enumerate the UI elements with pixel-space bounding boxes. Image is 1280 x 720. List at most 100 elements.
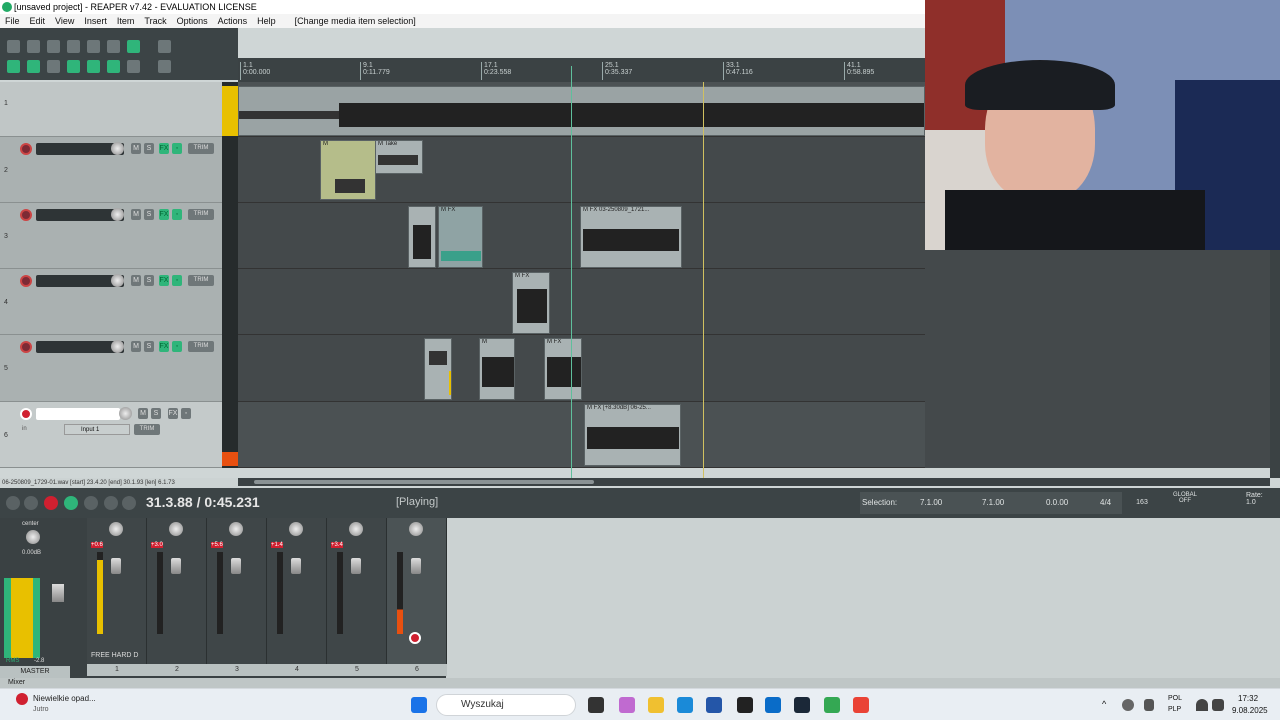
mute-button[interactable]: M bbox=[131, 341, 141, 352]
arrange-view-extension[interactable] bbox=[925, 250, 1270, 468]
mute-button[interactable]: M bbox=[138, 408, 148, 419]
vertical-scrollbar[interactable] bbox=[1270, 250, 1280, 478]
media-item[interactable]: M FX bbox=[544, 338, 582, 400]
mute-button[interactable]: M bbox=[131, 143, 141, 154]
selection-end[interactable]: 7.1.00 bbox=[982, 492, 1004, 514]
global-automation-button[interactable]: GLOBAL OFF bbox=[1170, 492, 1200, 514]
keyboard-layout[interactable]: PLP bbox=[1168, 706, 1181, 713]
menu-insert[interactable]: Insert bbox=[79, 14, 112, 28]
mixer-strip-6[interactable]: 6 bbox=[387, 518, 447, 676]
chevron-up-icon[interactable]: ^ bbox=[1102, 699, 1106, 709]
clock-time[interactable]: 17:32 bbox=[1238, 694, 1258, 703]
mixer-docker-tab[interactable]: Mixer bbox=[0, 678, 1280, 688]
blank-icon[interactable] bbox=[158, 40, 171, 53]
microphone-icon[interactable] bbox=[1144, 699, 1154, 711]
record-arm-button[interactable] bbox=[20, 408, 32, 420]
media-item[interactable]: M FX bbox=[512, 272, 550, 334]
media-item[interactable]: M Take bbox=[375, 140, 423, 174]
mixer-strip-1[interactable]: +0.6 FREE HARD D 1 bbox=[87, 518, 147, 676]
outlook-icon[interactable] bbox=[765, 697, 781, 713]
grid-icon[interactable] bbox=[47, 60, 60, 73]
fx-button[interactable]: FX bbox=[159, 143, 169, 154]
menu-file[interactable]: File bbox=[0, 14, 25, 28]
bpm-display[interactable]: 163 bbox=[1132, 492, 1152, 514]
track-5[interactable]: M S FX ◦ TRIM 5 bbox=[0, 335, 222, 402]
task-view-icon[interactable] bbox=[588, 697, 604, 713]
copilot-icon[interactable] bbox=[619, 697, 635, 713]
language-indicator[interactable]: POL bbox=[1168, 695, 1182, 702]
solo-button[interactable]: S bbox=[144, 275, 154, 286]
taskbar-search[interactable]: Wyszukaj bbox=[436, 694, 576, 716]
volume-knob[interactable] bbox=[119, 407, 132, 420]
record-arm-button[interactable] bbox=[20, 143, 32, 155]
automation-trim-button[interactable]: TRIM bbox=[188, 209, 214, 220]
fx-button[interactable]: FX bbox=[159, 275, 169, 286]
timeline-ruler[interactable]: 1.1 0:00.000 9.1 0:11.779 17.1 0:23.558 25.… bbox=[238, 58, 925, 82]
fx-bypass-button[interactable]: ◦ bbox=[172, 275, 182, 286]
fx-bypass-button[interactable]: ◦ bbox=[181, 408, 191, 419]
undo-icon[interactable] bbox=[87, 40, 100, 53]
master-pan-knob[interactable] bbox=[26, 530, 40, 544]
menu-view[interactable]: View bbox=[50, 14, 79, 28]
project-settings-icon[interactable] bbox=[67, 40, 80, 53]
auto-crossfade-icon[interactable] bbox=[87, 60, 100, 73]
scroll-thumb[interactable] bbox=[254, 480, 594, 484]
solo-button[interactable]: S bbox=[151, 408, 161, 419]
track-name-field[interactable] bbox=[36, 408, 120, 420]
go-to-start-icon[interactable] bbox=[6, 496, 20, 510]
record-arm-button[interactable] bbox=[409, 632, 421, 644]
pan-knob[interactable] bbox=[229, 522, 243, 536]
track-3[interactable]: M S FX ◦ TRIM 3 bbox=[0, 203, 222, 269]
automation-trim-button[interactable]: TRIM bbox=[188, 143, 214, 154]
volume-fader[interactable] bbox=[171, 558, 181, 574]
pan-knob[interactable] bbox=[409, 522, 423, 536]
mixer-strip-4[interactable]: +1.4 4 bbox=[267, 518, 327, 676]
windows-start-icon[interactable] bbox=[411, 697, 427, 713]
stop-icon[interactable] bbox=[104, 496, 118, 510]
mixer-strip-5[interactable]: +3.4 5 bbox=[327, 518, 387, 676]
new-project-icon[interactable] bbox=[7, 40, 20, 53]
play-icon[interactable] bbox=[64, 496, 78, 510]
time-signature[interactable]: 4/4 bbox=[1100, 492, 1111, 514]
volume-fader[interactable] bbox=[411, 558, 421, 574]
fx-button[interactable]: FX bbox=[168, 408, 178, 419]
menu-track[interactable]: Track bbox=[139, 14, 171, 28]
volume-knob[interactable] bbox=[111, 208, 124, 221]
track-2[interactable]: M S FX ◦ TRIM 2 bbox=[0, 137, 222, 203]
volume-knob[interactable] bbox=[111, 142, 124, 155]
media-item[interactable]: M FX bbox=[438, 206, 483, 268]
record-arm-button[interactable] bbox=[20, 275, 32, 287]
file-explorer-icon[interactable] bbox=[648, 697, 664, 713]
playrate-display[interactable]: Rate: 1.0 bbox=[1246, 492, 1276, 514]
fx-button[interactable]: FX bbox=[159, 341, 169, 352]
mixer-strip-3[interactable]: +5.6 3 bbox=[207, 518, 267, 676]
track-6[interactable]: M S FX ◦ in Input 1 TRIM 6 bbox=[0, 402, 222, 468]
record-arm-button[interactable] bbox=[20, 209, 32, 221]
undo-history-label[interactable]: [Change media item selection] bbox=[281, 14, 421, 28]
menu-options[interactable]: Options bbox=[172, 14, 213, 28]
ripple-edit-icon[interactable] bbox=[27, 60, 40, 73]
mute-button[interactable]: M bbox=[131, 209, 141, 220]
mixer-strip-2[interactable]: +3.0 2 bbox=[147, 518, 207, 676]
repeat-icon[interactable] bbox=[84, 496, 98, 510]
volume-fader[interactable] bbox=[291, 558, 301, 574]
automation-trim-button[interactable]: TRIM bbox=[188, 275, 214, 286]
item-grouping-icon[interactable] bbox=[67, 60, 80, 73]
rewind-icon[interactable] bbox=[24, 496, 38, 510]
selection-start[interactable]: 7.1.00 bbox=[920, 492, 942, 514]
chrome-profile-icon[interactable] bbox=[853, 697, 869, 713]
volume-icon[interactable] bbox=[1212, 699, 1224, 711]
volume-knob[interactable] bbox=[111, 274, 124, 287]
track-1[interactable]: 1 bbox=[0, 82, 222, 137]
pan-knob[interactable] bbox=[349, 522, 363, 536]
snap-icon[interactable] bbox=[7, 60, 20, 73]
media-item[interactable] bbox=[408, 206, 436, 268]
fx-button[interactable]: FX bbox=[159, 209, 169, 220]
record-arm-button[interactable] bbox=[20, 341, 32, 353]
media-item[interactable]: M FX 03-250809_1721... bbox=[580, 206, 682, 268]
master-fader[interactable] bbox=[52, 584, 64, 602]
network-status-icon[interactable] bbox=[1122, 699, 1134, 711]
horizontal-scrollbar[interactable] bbox=[238, 478, 1270, 486]
solo-button[interactable]: S bbox=[144, 143, 154, 154]
save-project-icon[interactable] bbox=[47, 40, 60, 53]
